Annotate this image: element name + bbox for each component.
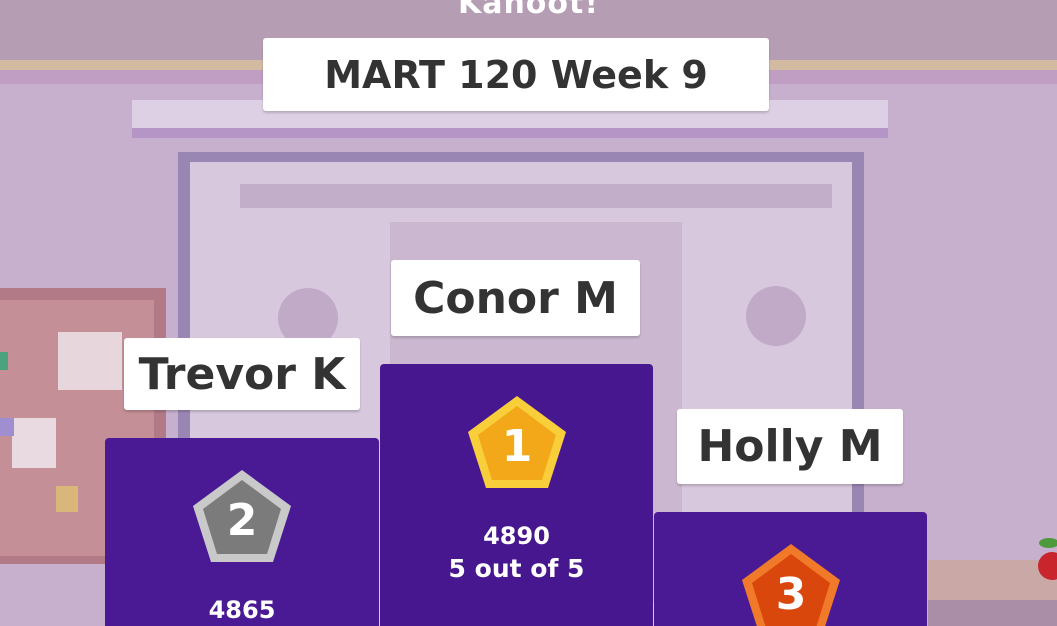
third-rank-number: 3 <box>776 569 807 620</box>
gold-medal-icon: 1 <box>468 396 566 488</box>
bronze-medal-icon: 3 <box>742 544 840 626</box>
first-rank-number: 1 <box>502 421 533 472</box>
second-place-name-box: Trevor K <box>124 338 360 410</box>
third-place-podium: 3 <box>654 512 927 626</box>
second-rank-number: 2 <box>227 495 258 546</box>
first-place-podium: 1 4890 5 out of 5 <box>380 364 653 626</box>
quiz-title: MART 120 Week 9 <box>324 52 708 97</box>
kahoot-logo: Kahoot! <box>457 0 600 21</box>
second-place-name: Trevor K <box>138 348 346 400</box>
second-place-podium: 2 4865 <box>105 438 379 626</box>
first-place-name: Conor M <box>413 272 618 324</box>
silver-medal-icon: 2 <box>193 470 291 562</box>
second-place-score: 4865 <box>208 596 276 624</box>
third-place-name: Holly M <box>697 421 883 472</box>
third-place-name-box: Holly M <box>677 409 903 484</box>
quiz-title-box: MART 120 Week 9 <box>263 38 769 111</box>
first-place-score: 4890 <box>483 522 550 550</box>
first-place-correct: 5 out of 5 <box>448 554 585 583</box>
first-place-name-box: Conor M <box>391 260 640 336</box>
podium-screen: Kahoot! MART 120 Week 9 Trevor K 2 4865 … <box>0 0 1057 626</box>
